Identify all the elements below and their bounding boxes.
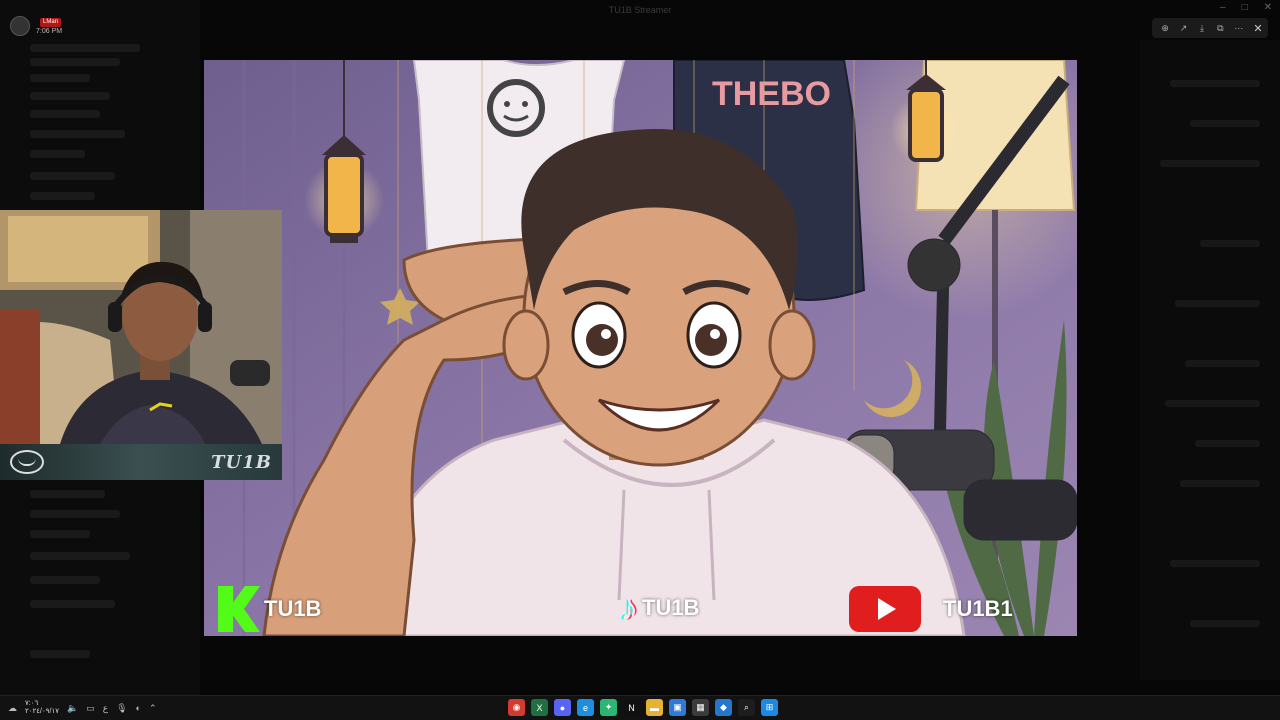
webcam-overlay: TU1B	[0, 210, 282, 480]
window-close-icon[interactable]: ✕	[1264, 2, 1272, 13]
clock-date: ٢٠٢٤/٠٩/١٧	[25, 708, 59, 715]
zoom-in-icon[interactable]: ⊕	[1159, 23, 1171, 34]
copilot-icon[interactable]: ✦	[600, 699, 617, 716]
taskbar-apps: ◉ X ● e ✦ N ▬ ▣ ▦ ◆ ⌕ ⊞	[508, 699, 778, 716]
store-icon[interactable]: ▦	[692, 699, 709, 716]
ramen-bowl-icon	[10, 450, 44, 474]
viewer-toolbar: ⊕ ↗ ⤓ ⧉ ⋯	[1152, 18, 1252, 38]
maximize-icon[interactable]: □	[1242, 2, 1248, 13]
tiktok-icon: ♪	[620, 587, 638, 628]
photos-icon[interactable]: ▣	[669, 699, 686, 716]
download-icon[interactable]: ⤓	[1196, 23, 1208, 34]
windows-start-icon[interactable]: ⊞	[761, 699, 778, 716]
taskbar: ☁ ٧:٠٦ ٢٠٢٤/٠٩/١٧ 🔈 ▭ ع 🎙 ◐ ⌃ ◉ X ● e ✦ N ▬ ▣ ▦ ◆…	[0, 695, 1280, 720]
netflix-icon[interactable]: N	[623, 699, 640, 716]
excel-icon[interactable]: X	[531, 699, 548, 716]
avatar	[10, 16, 30, 36]
kick-badge: TU1B	[218, 586, 321, 632]
browser-chrome-icon[interactable]: ◉	[508, 699, 525, 716]
kick-icon	[218, 586, 260, 632]
search-icon[interactable]: ⌕	[738, 699, 755, 716]
clock[interactable]: ٧:٠٦ ٢٠٢٤/٠٩/١٧	[25, 700, 59, 716]
youtube-icon	[849, 586, 921, 632]
tiktok-handle: TU1B	[642, 595, 700, 620]
weather-icon[interactable]: ☁	[8, 703, 17, 714]
network-icon[interactable]: ▭	[86, 703, 95, 714]
tiktok-badge: ♪ TU1B	[620, 590, 699, 626]
chevron-up-icon[interactable]: ⌃	[149, 703, 157, 714]
webcam-banner: TU1B	[0, 444, 282, 480]
volume-icon[interactable]: 🔈	[67, 703, 78, 714]
screen: TU1B Streamer – □ ✕ LMan 7:06 PM ⊕ ↗ ⤓ ⧉…	[0, 0, 1280, 720]
vscode-icon[interactable]: ◆	[715, 699, 732, 716]
more-icon[interactable]: ⋯	[1233, 23, 1245, 34]
shirt-text: THEBO	[712, 75, 831, 113]
kick-handle: TU1B	[264, 596, 322, 621]
youtube-badge: TU1B1	[849, 586, 1013, 632]
clock-time: ٧:٠٦	[25, 700, 39, 707]
microphone-icon[interactable]: 🎙	[116, 703, 127, 714]
artwork-illustration: THEBO	[204, 60, 1077, 636]
viewer-close-button[interactable]: ✕	[1248, 18, 1268, 38]
user-time: 7:06 PM	[36, 27, 63, 35]
user-badge: LMan	[40, 17, 62, 27]
background-right-panel	[1140, 40, 1280, 680]
edge-icon[interactable]: e	[577, 699, 594, 716]
share-icon[interactable]: ↗	[1178, 23, 1190, 34]
tray-app-icon[interactable]: ◐	[136, 703, 141, 713]
open-external-icon[interactable]: ⧉	[1214, 23, 1226, 34]
discord-icon[interactable]: ●	[554, 699, 571, 716]
language-indicator[interactable]: ع	[103, 703, 108, 714]
stream-artwork-image: THEBO TU1B ♪ TU1B TU1B1	[204, 60, 1077, 636]
system-tray: ☁ ٧:٠٦ ٢٠٢٤/٠٩/١٧ 🔈 ▭ ع 🎙 ◐ ⌃	[8, 700, 157, 716]
minimize-icon[interactable]: –	[1220, 2, 1226, 13]
user-header[interactable]: LMan 7:06 PM	[10, 16, 62, 36]
file-explorer-icon[interactable]: ▬	[646, 699, 663, 716]
window-controls: – □ ✕	[1220, 2, 1272, 13]
webcam-feed	[0, 210, 282, 444]
youtube-handle: TU1B1	[943, 596, 1013, 621]
webcam-banner-text: TU1B	[211, 451, 272, 473]
